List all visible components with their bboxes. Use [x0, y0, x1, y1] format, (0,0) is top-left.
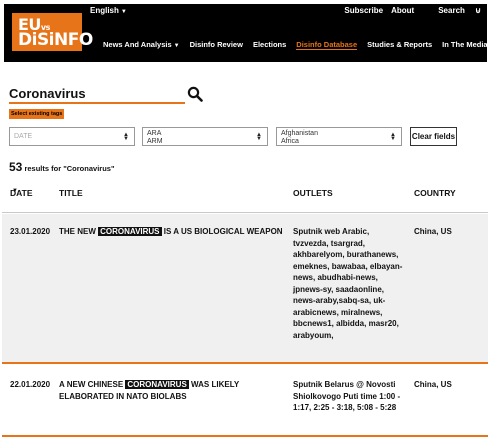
- about-link[interactable]: About: [391, 6, 414, 15]
- header-search-link[interactable]: Search ⊍: [430, 6, 481, 15]
- results-number: 53: [9, 160, 23, 174]
- chevron-down-icon: ▼: [173, 43, 180, 49]
- row-date: 22.01.2020: [10, 380, 51, 389]
- date-select[interactable]: DATE ▲ ▼: [9, 127, 135, 146]
- results-text: results for "Coronavirus": [24, 164, 115, 173]
- search-toggle-icon: ⊍: [475, 6, 481, 15]
- chevron-down-icon: ▼: [120, 9, 127, 15]
- header-search-label: Search: [438, 6, 465, 15]
- table-row[interactable]: 22.01.2020 A NEW CHINESE CORONAVIRUS WAS…: [2, 367, 488, 437]
- search-highlight: CORONAVIRUS: [98, 227, 162, 236]
- outlets-column-header: OUTLETS: [293, 188, 333, 198]
- table-header: DATE ▼ TITLE OUTLETS COUNTRY: [0, 188, 491, 202]
- option-africa: Africa: [281, 138, 299, 145]
- magnifier-icon: [187, 86, 203, 102]
- option-afghanistan: Afghanistan: [281, 130, 318, 137]
- row-outlets: Sputnik web Arabic, tvzvezda, tsargrad, …: [293, 227, 403, 340]
- language-selector[interactable]: English ▼: [90, 6, 127, 15]
- option-ara: ARA: [147, 130, 162, 137]
- title-column-header: TITLE: [59, 188, 83, 198]
- table-row[interactable]: 23.01.2020 THE NEW CORONAVIRUS IS A US B…: [2, 214, 488, 364]
- search-field-wrapper: [9, 85, 185, 104]
- nav-elections[interactable]: Elections: [253, 40, 286, 50]
- language-label: English: [90, 6, 119, 15]
- title-text: IS A US BIOLOGICAL WEAPON: [161, 227, 283, 236]
- row-title[interactable]: THE NEW CORONAVIRUS IS A US BIOLOGICAL W…: [59, 226, 284, 238]
- header-divider: [2, 212, 488, 213]
- country-filter-select[interactable]: Afghanistan Africa ▲ ▼: [276, 127, 402, 146]
- results-count: 53 results for "Coronavirus": [9, 160, 115, 174]
- row-date: 23.01.2020: [10, 227, 51, 236]
- row-outlets: Sputnik Belarus @ Novosti Shiolkovogo Pu…: [293, 380, 401, 412]
- country-column-header: COUNTRY: [414, 188, 456, 198]
- clear-fields-button[interactable]: Clear fields: [410, 127, 457, 146]
- select-tags-button[interactable]: Select existing tags: [9, 109, 65, 119]
- updown-icon: ▲ ▼: [123, 132, 129, 142]
- sort-down-icon: ▼: [12, 188, 18, 194]
- top-links: Subscribe About Search ⊍: [336, 6, 481, 15]
- subscribe-link[interactable]: Subscribe: [344, 6, 383, 15]
- main-nav: News And Analysis ▼ Disinfo Review Electi…: [103, 40, 491, 50]
- nav-news-and-analysis[interactable]: News And Analysis ▼: [103, 40, 180, 50]
- row-title[interactable]: A NEW CHINESE CORONAVIRUS WAS LIKELY ELA…: [59, 379, 284, 402]
- site-logo[interactable]: EUvs DiSiNFO: [12, 13, 93, 51]
- title-text: THE NEW: [59, 227, 99, 236]
- search-input[interactable]: [9, 85, 179, 102]
- nav-studies-and-reports[interactable]: Studies & Reports: [367, 40, 432, 50]
- row-country: China, US: [414, 380, 452, 389]
- nav-disinfo-database[interactable]: Disinfo Database: [296, 40, 358, 50]
- nav-in-the-media[interactable]: In The Media: [442, 40, 487, 50]
- row-country: China, US: [414, 227, 452, 236]
- language-filter-select[interactable]: ARA ARM ▲ ▼: [142, 127, 268, 146]
- updown-icon: ▲ ▼: [256, 132, 262, 142]
- updown-icon: ▲ ▼: [390, 132, 396, 142]
- title-text: A NEW CHINESE: [59, 380, 126, 389]
- nav-label: News And Analysis: [103, 40, 172, 49]
- option-arm: ARM: [147, 138, 163, 145]
- logo-disinfo: DiSiNFO: [18, 30, 93, 50]
- nav-disinfo-review[interactable]: Disinfo Review: [190, 40, 243, 50]
- search-highlight: CORONAVIRUS: [125, 380, 189, 389]
- search-button[interactable]: [187, 86, 203, 102]
- top-bar: EUvs DiSiNFO English ▼ Subscribe About Se…: [4, 4, 488, 62]
- date-placeholder: DATE: [14, 133, 33, 140]
